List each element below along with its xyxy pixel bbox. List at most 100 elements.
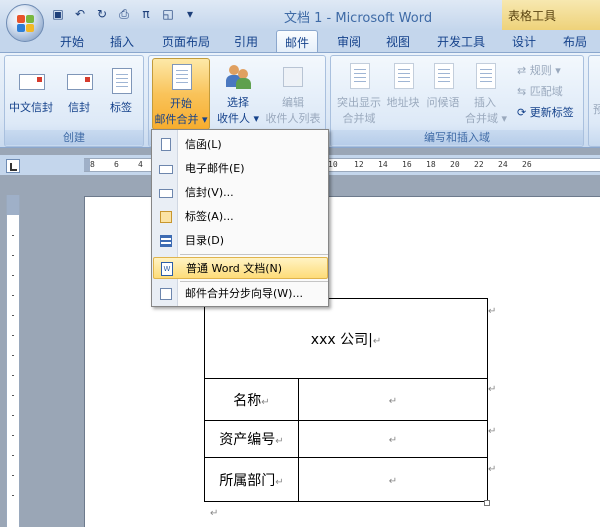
- menu-item-directory[interactable]: 目录(D): [153, 230, 328, 252]
- preview-results-label[interactable]: 预: [593, 101, 600, 117]
- row-label-asset-number: 资产编号: [219, 432, 276, 448]
- start-mail-merge-menu: 信函(L) 电子邮件(E) 信封(V)... 标签(A)... 目录(D) W …: [151, 129, 329, 307]
- match-fields-button[interactable]: ⇆ 匹配域: [517, 83, 563, 99]
- chevron-down-icon: ▾: [551, 64, 561, 77]
- customize-qat-icon[interactable]: ▾: [182, 6, 198, 22]
- redo-icon[interactable]: ↻: [94, 6, 110, 22]
- ruler-tick-label: 24: [498, 160, 508, 169]
- asset-table[interactable]: xxx 公司|↵ 名称↵ ↵ 资产编号↵ ↵ 所属部门↵ ↵: [204, 298, 488, 502]
- tab-selector[interactable]: [6, 159, 20, 173]
- table-title-cell[interactable]: xxx 公司|↵: [204, 298, 488, 379]
- tab-references[interactable]: 引用: [234, 33, 258, 50]
- edit-recipients-label-1: 编辑: [282, 96, 304, 109]
- table-label-cell[interactable]: 所属部门↵: [204, 457, 299, 502]
- highlight-label-1: 突出显示: [337, 96, 381, 109]
- table-label-cell[interactable]: 名称↵: [204, 378, 299, 421]
- row-label-department: 所属部门: [219, 472, 276, 489]
- menu-item-letters[interactable]: 信函(L): [153, 134, 328, 156]
- envelope-button[interactable]: 信封: [61, 66, 97, 115]
- directory-icon: [158, 233, 174, 249]
- ruler-tick-label: 22: [474, 160, 484, 169]
- group-create: 中文信封 信封 标签 创建: [4, 55, 144, 147]
- end-of-row-mark: ↵: [488, 306, 497, 317]
- tab-layout[interactable]: 布局: [563, 33, 587, 50]
- rules-button[interactable]: ⇄ 规则 ▾: [517, 62, 561, 78]
- table-label-cell[interactable]: 资产编号↵: [204, 420, 299, 458]
- group-create-label: 创建: [5, 130, 143, 145]
- table-value-cell[interactable]: ↵: [298, 420, 488, 458]
- match-fields-label: 匹配域: [529, 85, 563, 98]
- envelope-label: 信封: [68, 101, 90, 114]
- recipients-icon: [223, 61, 253, 91]
- chevron-down-icon: ▾: [249, 112, 260, 125]
- envelope-icon: [64, 66, 94, 96]
- paragraph-mark: ↵: [210, 508, 219, 519]
- labels-icon: [106, 66, 136, 96]
- table-resize-handle[interactable]: [484, 500, 490, 506]
- tab-mailings[interactable]: 邮件: [276, 30, 319, 53]
- menu-item-normal-word-document[interactable]: W 普通 Word 文档(N): [153, 257, 328, 279]
- undo-icon[interactable]: ↶: [72, 6, 88, 22]
- ruler-tick-label: 8: [90, 160, 95, 169]
- greeting-line-button[interactable]: 问候语: [423, 61, 463, 110]
- end-of-row-mark: ↵: [488, 426, 497, 437]
- tab-view[interactable]: 视图: [386, 33, 410, 50]
- title-bar: ▣ ↶ ↻ ⎙ π ◱ ▾ 文档 1 - Microsoft Word 表格工具: [0, 0, 600, 30]
- group-write-insert-label: 编写和插入域: [331, 130, 583, 145]
- start-mail-merge-icon: [166, 62, 196, 92]
- email-icon: [158, 161, 174, 177]
- save-icon[interactable]: ▣: [50, 6, 66, 22]
- office-button[interactable]: [6, 4, 44, 42]
- group-write-insert: 突出显示 合并域 地址块 问候语 插入 合并域 ▾ ⇄ 规则 ▾ ⇆ 匹配域 ⟳…: [330, 55, 584, 147]
- vertical-ruler[interactable]: [6, 195, 20, 527]
- insert-merge-field-label-2: 合并域: [465, 112, 498, 125]
- row-label-name: 名称: [233, 392, 262, 409]
- tab-insert[interactable]: 插入: [110, 33, 134, 50]
- update-labels-button[interactable]: ⟳ 更新标签: [517, 104, 574, 120]
- print-preview-icon[interactable]: ◱: [160, 6, 176, 22]
- print-icon[interactable]: ⎙: [116, 6, 132, 22]
- labels-button[interactable]: 标签: [103, 66, 139, 115]
- tab-page-layout[interactable]: 页面布局: [162, 33, 210, 50]
- wizard-icon: [158, 286, 174, 302]
- edit-recipients-button[interactable]: 编辑 收件人列表: [263, 61, 323, 126]
- tab-review[interactable]: 审阅: [337, 33, 361, 50]
- tab-design[interactable]: 设计: [512, 33, 536, 50]
- insert-merge-field-label-1: 插入: [474, 96, 496, 109]
- chevron-down-icon: ▾: [498, 112, 508, 125]
- greeting-line-label: 问候语: [426, 96, 460, 109]
- greeting-line-icon: [428, 61, 458, 91]
- chinese-envelope-button[interactable]: 中文信封: [9, 66, 53, 115]
- equation-icon[interactable]: π: [138, 6, 154, 22]
- menu-item-envelopes[interactable]: 信封(V)...: [153, 182, 328, 204]
- start-mail-merge-button[interactable]: 开始 邮件合并 ▾: [152, 58, 210, 130]
- tab-developer[interactable]: 开发工具: [437, 33, 485, 50]
- menu-item-email[interactable]: 电子邮件(E): [153, 158, 328, 180]
- menu-item-labels[interactable]: 标签(A)...: [153, 206, 328, 228]
- tab-home[interactable]: 开始: [60, 33, 84, 50]
- start-mail-merge-label-1: 开始: [170, 97, 192, 110]
- ruler-tick-label: 26: [522, 160, 532, 169]
- office-logo-icon: [17, 15, 35, 33]
- labels-label: 标签: [110, 101, 132, 114]
- ruler-tick-label: 12: [354, 160, 364, 169]
- chinese-envelope-label: 中文信封: [9, 101, 53, 114]
- window-title: 文档 1 - Microsoft Word: [284, 11, 433, 26]
- highlight-merge-fields-button[interactable]: 突出显示 合并域: [333, 61, 385, 126]
- highlight-fields-icon: [344, 61, 374, 91]
- contextual-tab-label: 表格工具: [502, 0, 600, 30]
- letter-icon: [158, 137, 174, 153]
- start-mail-merge-label-2: 邮件合并: [154, 113, 199, 126]
- select-recipients-button[interactable]: 选择 收件人 ▾: [213, 61, 263, 126]
- menu-item-mail-merge-wizard[interactable]: 邮件合并分步向导(W)...: [153, 283, 328, 305]
- ribbon-tabs: 开始 插入 页面布局 引用 邮件 审阅 视图 开发工具 设计 布局: [0, 30, 600, 53]
- insert-merge-field-button[interactable]: 插入 合并域 ▾: [465, 61, 508, 126]
- address-block-button[interactable]: 地址块: [383, 61, 423, 110]
- highlight-label-2: 合并域: [342, 112, 376, 125]
- table-value-cell[interactable]: ↵: [298, 457, 488, 502]
- select-recipients-label-1: 选择: [227, 96, 249, 109]
- table-value-cell[interactable]: ↵: [298, 378, 488, 421]
- group-preview-partial: 预: [588, 55, 600, 147]
- end-of-row-mark: ↵: [488, 464, 497, 475]
- address-block-icon: [388, 61, 418, 91]
